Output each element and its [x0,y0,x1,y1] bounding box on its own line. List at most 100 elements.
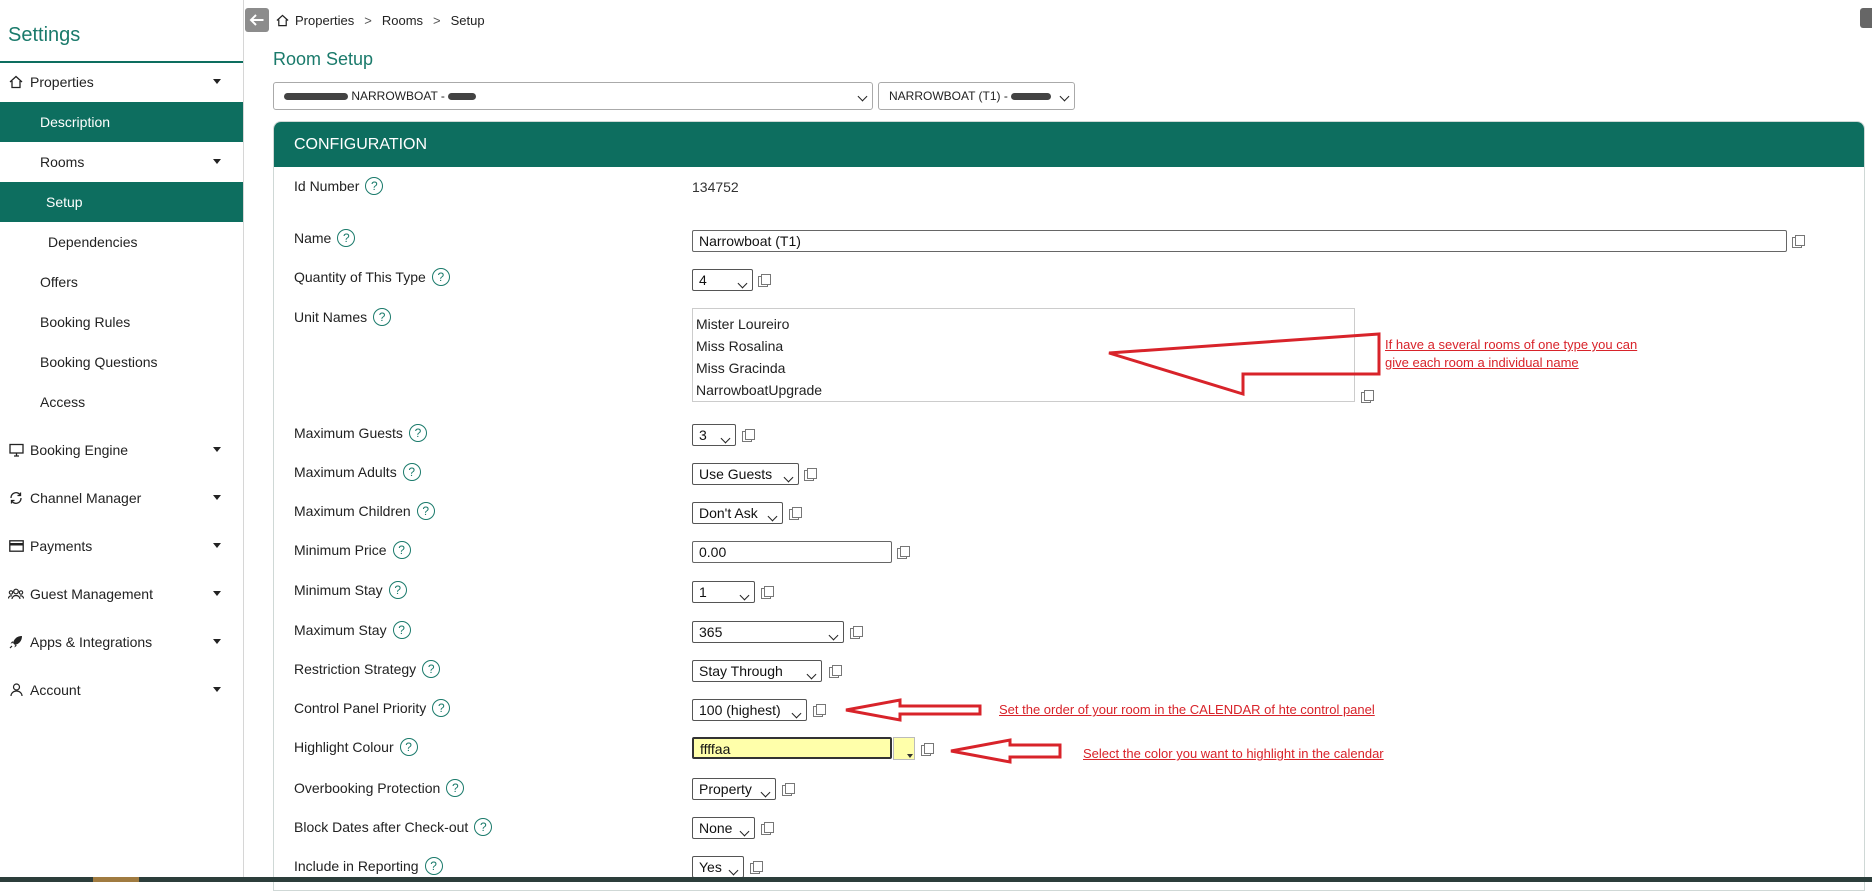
quantity-select[interactable]: 4 [692,269,753,291]
include-in-reporting-select[interactable]: Yes [692,856,744,878]
breadcrumb-setup: Setup [450,13,485,28]
scrollbar-thumb[interactable] [1860,8,1872,28]
max-adults-select[interactable]: Use Guests [692,463,799,485]
restriction-strategy-select[interactable]: Stay Through [692,660,822,682]
help-icon[interactable]: ? [432,699,451,717]
sidebar-item-offers[interactable]: Offers [0,262,243,302]
breadcrumb-rooms[interactable]: Rooms [382,13,423,28]
help-icon[interactable]: ? [416,502,435,520]
help-icon[interactable]: ? [474,818,493,836]
copy-icon[interactable] [829,665,842,678]
max-stay-select[interactable]: 365 [692,621,844,643]
help-icon[interactable]: ? [365,177,384,195]
annotation-highlight: Select the color you want to highlight i… [1083,746,1384,761]
property-select[interactable]: NARROWBOAT - [273,82,873,110]
copy-icon[interactable] [750,861,763,874]
copy-icon[interactable] [804,468,817,481]
sidebar-item-label: Dependencies [48,234,138,250]
copy-icon[interactable] [850,626,863,639]
help-icon[interactable]: ? [373,308,392,326]
chevron-down-icon [791,708,802,719]
room-select-value: NARROWBOAT (T1) - [889,89,1008,103]
sidebar-item-description[interactable]: Description [0,102,243,142]
sidebar-item-payments[interactable]: Payments [0,526,243,566]
sidebar-item-apps-integrations[interactable]: Apps & Integrations [0,622,243,662]
max-children-select[interactable]: Don't Ask [692,502,783,524]
arrow-left-icon [249,14,264,26]
sidebar-item-label: Properties [30,74,94,90]
panel-header: CONFIGURATION [274,122,1864,167]
sidebar-item-rooms[interactable]: Rooms [0,142,243,182]
help-icon[interactable]: ? [337,229,356,247]
home-icon [276,14,289,27]
control-panel-priority-label: Control Panel Priority ? [294,699,451,717]
chevron-down-icon [907,754,913,758]
room-select[interactable]: NARROWBOAT (T1) - [878,82,1075,110]
field-label: Include in Reporting [294,858,419,874]
breadcrumb-properties[interactable]: Properties [295,13,354,28]
highlight-colour-input[interactable]: ffffaa [692,737,892,759]
sidebar-item-dependencies[interactable]: Dependencies [0,222,243,262]
rocket-icon [8,634,24,650]
copy-icon[interactable] [782,783,795,796]
sidebar-item-booking-engine[interactable]: Booking Engine [0,430,243,470]
help-icon[interactable]: ? [431,268,450,286]
sidebar-item-label: Account [30,682,81,698]
min-stay-select[interactable]: 1 [692,581,755,603]
max-children-label: Maximum Children ? [294,502,435,520]
field-label: Control Panel Priority [294,700,427,716]
max-guests-select[interactable]: 3 [692,424,736,446]
block-dates-select[interactable]: None [692,817,755,839]
unit-names-textarea[interactable]: Mister Loureiro Miss Rosalina Miss Graci… [692,308,1355,402]
name-input[interactable]: Narrowboat (T1) [692,230,1787,252]
sidebar-item-setup[interactable]: Setup [0,182,243,222]
field-label: Name [294,230,332,246]
max-adults-label: Maximum Adults ? [294,463,421,481]
sidebar-item-access[interactable]: Access [0,382,243,422]
copy-icon[interactable] [897,546,910,559]
chevron-down-icon [213,495,221,500]
field-label: Block Dates after Check-out [294,819,469,835]
help-icon[interactable]: ? [392,621,411,639]
copy-icon[interactable] [758,274,771,287]
highlight-colour-label: Highlight Colour ? [294,738,418,756]
copy-icon[interactable] [789,507,802,520]
copy-icon[interactable] [761,822,774,835]
copy-icon[interactable] [742,429,755,442]
copy-icon[interactable] [813,704,826,717]
help-icon[interactable]: ? [424,857,443,875]
help-icon[interactable]: ? [399,738,418,756]
help-icon[interactable]: ? [446,779,465,797]
credit-card-icon [8,538,24,554]
help-icon[interactable]: ? [392,541,411,559]
unit-name-line: Mister Loureiro [696,316,790,332]
restriction-strategy-label: Restriction Strategy ? [294,660,441,678]
sidebar-item-guest-management[interactable]: Guest Management [0,574,243,614]
sidebar-item-booking-rules[interactable]: Booking Rules [0,302,243,342]
help-icon[interactable]: ? [402,463,421,481]
control-panel-priority-select[interactable]: 100 (highest) [692,699,807,721]
sidebar-item-channel-manager[interactable]: Channel Manager [0,478,243,518]
overbooking-protection-label: Overbooking Protection ? [294,779,465,797]
copy-icon[interactable] [1792,235,1805,248]
sidebar-item-account[interactable]: Account [0,670,243,710]
color-picker-swatch[interactable] [893,737,915,760]
sidebar-item-booking-questions[interactable]: Booking Questions [0,342,243,382]
copy-icon[interactable] [921,743,934,756]
min-price-label: Minimum Price ? [294,541,411,559]
user-icon [8,682,24,698]
help-icon[interactable]: ? [408,424,427,442]
min-price-input[interactable]: 0.00 [692,541,892,563]
redacted-text [1011,93,1052,101]
sidebar-item-properties[interactable]: Properties [0,62,243,102]
restriction-strategy-select-value: Stay Through [699,663,783,679]
overbooking-protection-select[interactable]: Property [692,778,776,800]
chevron-down-icon [857,91,868,102]
help-icon[interactable]: ? [422,660,441,678]
id-number-value: 134752 [692,179,739,195]
copy-icon[interactable] [1361,390,1374,403]
help-icon[interactable]: ? [388,581,407,599]
copy-icon[interactable] [761,586,774,599]
back-button[interactable] [245,8,269,32]
taskbar-strip [0,877,1872,882]
